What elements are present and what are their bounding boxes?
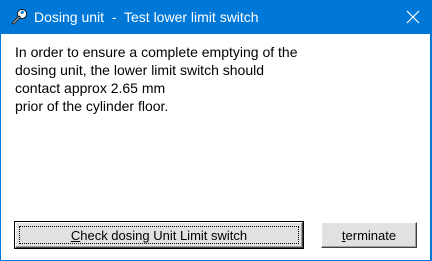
dialog-content: In order to ensure a complete emptying o… xyxy=(1,34,430,260)
message-line: dosing unit, the lower limit switch shou… xyxy=(15,62,265,78)
check-limit-switch-button-label: Check dosing Unit Limit switch xyxy=(71,228,247,243)
check-label-rest: heck dosing Unit Limit switch xyxy=(80,227,248,243)
terminate-button[interactable]: terminate xyxy=(321,222,417,248)
message-text: In order to ensure a complete emptying o… xyxy=(15,43,415,115)
mnemonic-c: C xyxy=(70,227,81,243)
check-limit-switch-button[interactable]: Check dosing Unit Limit switch xyxy=(14,221,304,249)
wrench-icon xyxy=(10,8,28,26)
terminate-button-label: terminate xyxy=(342,228,396,243)
message-line: contact approx 2.65 mm xyxy=(15,80,166,96)
terminate-label-rest: erminate xyxy=(345,227,397,243)
window-title: Dosing unit - Test lower limit switch xyxy=(34,9,259,25)
title-bar[interactable]: Dosing unit - Test lower limit switch xyxy=(0,0,432,34)
dialog-window: Dosing unit - Test lower limit switch In… xyxy=(0,0,432,261)
message-line: In order to ensure a complete emptying o… xyxy=(15,44,298,60)
close-icon xyxy=(406,10,420,24)
close-button[interactable] xyxy=(394,0,432,34)
message-line: prior of the cylinder floor. xyxy=(15,98,169,114)
